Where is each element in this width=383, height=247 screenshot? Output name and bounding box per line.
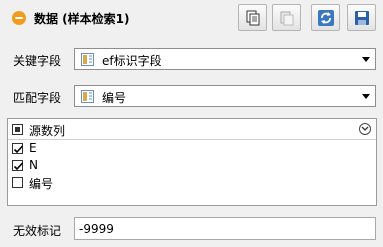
match-field-value: 编号 bbox=[102, 91, 127, 105]
key-field-value: ef标识字段 bbox=[102, 54, 162, 68]
chevron-down-icon[interactable] bbox=[359, 123, 371, 135]
field-icon bbox=[81, 90, 94, 103]
collapse-icon[interactable] bbox=[12, 11, 26, 25]
nodata-input[interactable]: -9999 bbox=[74, 217, 376, 240]
key-field-label: 关键字段 bbox=[13, 54, 62, 68]
column-label: 编号 bbox=[29, 177, 54, 191]
match-field-label: 匹配字段 bbox=[13, 91, 62, 105]
copy-button[interactable] bbox=[238, 4, 267, 31]
data-panel: 数据 (样本检索1) 关键字段 ef标识字段 匹配字段 编号 源数列 E N 编… bbox=[0, 0, 383, 247]
paste-button[interactable] bbox=[272, 4, 301, 31]
nodata-label: 无效标记 bbox=[13, 224, 62, 238]
panel-title: 数据 (样本检索1) bbox=[34, 12, 130, 26]
field-icon bbox=[81, 53, 94, 66]
column-label: N bbox=[29, 158, 38, 172]
save-icon bbox=[354, 10, 369, 25]
chevron-down-icon bbox=[362, 57, 370, 62]
source-columns-header: 源数列 bbox=[8, 119, 376, 140]
column-checkbox-e[interactable] bbox=[12, 143, 24, 154]
paste-icon bbox=[280, 11, 293, 25]
nodata-value: -9999 bbox=[79, 222, 114, 236]
refresh-icon bbox=[317, 9, 334, 26]
copy-icon bbox=[246, 10, 259, 25]
refresh-button[interactable] bbox=[311, 4, 340, 31]
source-columns-list: 源数列 E N 编号 bbox=[7, 118, 377, 206]
panel-header: 数据 (样本检索1) bbox=[0, 0, 383, 36]
match-field-select[interactable]: 编号 bbox=[74, 85, 376, 107]
key-field-select[interactable]: ef标识字段 bbox=[74, 48, 376, 70]
column-label: E bbox=[29, 141, 37, 155]
column-checkbox-bianhao[interactable] bbox=[12, 177, 23, 188]
column-checkbox-n[interactable] bbox=[12, 160, 24, 171]
select-all-checkbox[interactable] bbox=[12, 124, 23, 135]
chevron-down-icon bbox=[362, 94, 370, 99]
save-button[interactable] bbox=[347, 4, 376, 31]
source-columns-header-label: 源数列 bbox=[29, 124, 66, 138]
